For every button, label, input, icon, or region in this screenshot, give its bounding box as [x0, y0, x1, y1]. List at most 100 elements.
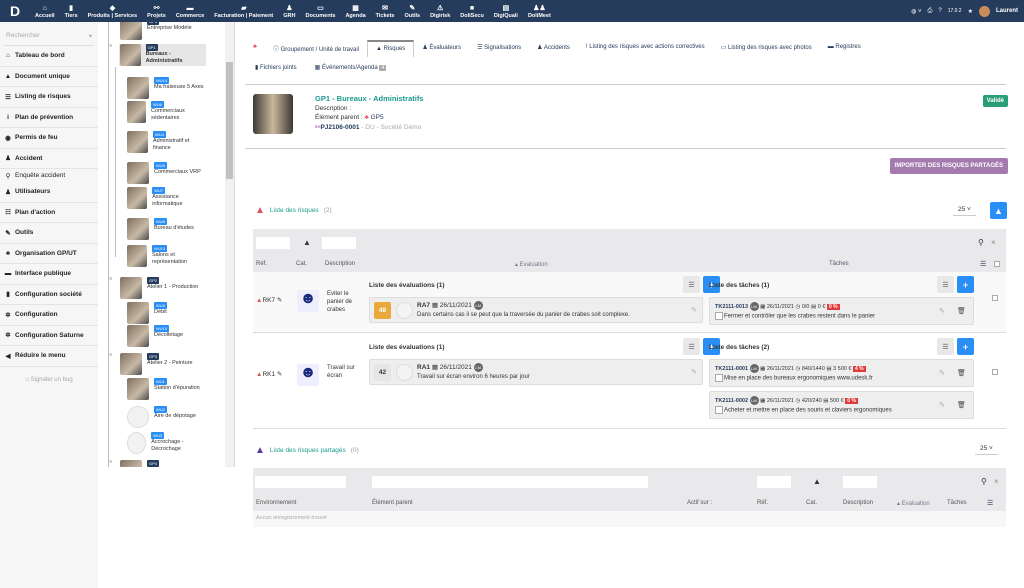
tab-fichiers-joints[interactable]: ▮ Fichiers joints: [255, 64, 297, 71]
col-shared-desc[interactable]: Description: [843, 500, 873, 506]
search-input[interactable]: Rechercher ▾: [4, 26, 94, 46]
shared-category-filter-icon[interactable]: ▲: [813, 477, 821, 486]
avatar[interactable]: [978, 5, 990, 17]
col-cat[interactable]: Cat.: [296, 261, 307, 267]
col-ref[interactable]: Réf.: [256, 261, 267, 267]
tree-node[interactable]: WU3 Accrochage - Décrochage: [127, 432, 206, 454]
col-desc[interactable]: Description: [325, 261, 355, 267]
sidebar-item-2[interactable]: ☰ Listing de risques: [0, 87, 98, 108]
tab-4[interactable]: ♟ Accidents: [529, 40, 578, 57]
sidebar-item-11[interactable]: ▬ Interface publique: [0, 264, 98, 285]
topmenu-7[interactable]: ▭ Documents: [301, 4, 341, 19]
risk-ref[interactable]: RK7: [262, 297, 275, 304]
topmenu-9[interactable]: ✉ Tickets: [371, 4, 400, 19]
tab-7[interactable]: ▬ Registres: [820, 40, 869, 57]
evaluation-list-button[interactable]: ☰: [683, 276, 700, 293]
delete-task-icon[interactable]: 🗑: [957, 307, 966, 315]
col-parent[interactable]: Élément parent: [372, 500, 413, 506]
col-shared-tasks[interactable]: Tâches: [947, 500, 967, 506]
topmenu-5[interactable]: ▰ Facturation | Paiement: [209, 4, 278, 19]
sidebar-item-10[interactable]: ♣ Organisation GP/UT: [0, 244, 98, 264]
tree-node[interactable]: WU10 Décolletage: [127, 325, 206, 347]
task-ref[interactable]: TK2111-0013: [715, 304, 748, 310]
add-task-button[interactable]: +: [957, 338, 974, 355]
tree-node[interactable]: WU4 Administratif et finance: [127, 131, 206, 153]
col-tasks[interactable]: Tâches: [829, 261, 849, 267]
tab-organisation[interactable]: ♣: [245, 40, 265, 57]
topmenu-12[interactable]: ■ DoliSecu: [455, 4, 489, 19]
col-shared-eval[interactable]: ▴ Evaluation: [897, 500, 930, 507]
column-list-icon[interactable]: ☰: [980, 260, 986, 268]
tree-node[interactable]: ˅ GP3 Atelier 2 - Peinture: [109, 353, 206, 375]
shared-per-page-select[interactable]: 25 ˅: [975, 443, 998, 455]
task-list-button[interactable]: ☰: [937, 338, 954, 355]
language-icon[interactable]: ◍ ˅: [911, 8, 921, 15]
tree-node[interactable]: WU13 Salons et représentation: [127, 245, 206, 267]
filter-shared-ref-input[interactable]: [757, 476, 791, 488]
search-icon[interactable]: ⚲: [978, 238, 984, 247]
edit-risk-icon[interactable]: ✎: [277, 371, 282, 378]
tree-node[interactable]: WU9 Débit: [127, 302, 206, 324]
tab-2[interactable]: ♟ Évaluateurs: [414, 40, 469, 57]
app-logo[interactable]: D: [4, 0, 26, 22]
sidebar-item-14[interactable]: ✲ Configuration Saturne: [0, 326, 98, 346]
tree-node[interactable]: ˅ GP2 Atelier 1 - Production: [109, 277, 206, 299]
tab-3[interactable]: ☰ Signalisations: [469, 40, 529, 57]
risk-ref[interactable]: RK1: [262, 371, 275, 378]
delete-task-icon[interactable]: 🗑: [957, 369, 966, 377]
topmenu-0[interactable]: ⌂ Accueil: [30, 4, 60, 19]
topmenu-8[interactable]: ▦ Agenda: [340, 4, 370, 19]
task-ref[interactable]: TK2111-0002: [715, 398, 748, 404]
tree-node[interactable]: WU14 Ma fraiseuse 5 Axes: [127, 77, 206, 99]
tree-node[interactable]: ˅GP4Logistique: [109, 460, 206, 467]
per-page-select[interactable]: 25 ˅: [953, 204, 976, 216]
tree-node[interactable]: WU1 Station d'épuration: [127, 378, 206, 400]
user-name[interactable]: Laurent: [996, 8, 1018, 14]
tab-0[interactable]: ⓘ Groupement / Unité de travail: [265, 40, 367, 57]
edit-task-icon[interactable]: ✎: [939, 369, 945, 377]
tab-5[interactable]: ! Listing des risques avec actions corre…: [578, 40, 713, 57]
tab-evenements[interactable]: ▦ Événements/Agenda 4: [315, 64, 387, 71]
sidebar-item-3[interactable]: i Plan de prévention: [0, 108, 98, 128]
sidebar-item-6[interactable]: ⚲ Enquête accident: [0, 169, 98, 182]
help-icon[interactable]: ?: [938, 8, 941, 14]
tab-1[interactable]: ▲ Risques: [367, 40, 415, 57]
task-checkbox[interactable]: [715, 374, 723, 382]
tab-6[interactable]: ▭ Listing des risques avec photos: [713, 40, 820, 57]
tree-node[interactable]: WU6 Commerciaux sédentaires: [127, 101, 206, 123]
project-link[interactable]: PJ2106-0001: [320, 124, 359, 131]
sidebar-item-9[interactable]: ✎ Outils: [0, 223, 98, 244]
tree-node[interactable]: ˅ GP1 Bureaux - Administratifs: [109, 44, 206, 66]
sidebar-item-5[interactable]: ♟ Accident: [0, 149, 98, 169]
tree-node[interactable]: WU2 Aire de dépotage: [127, 406, 206, 428]
delete-task-icon[interactable]: 🗑: [957, 401, 966, 409]
sidebar-item-8[interactable]: ☷ Plan d'action: [0, 203, 98, 223]
topmenu-14[interactable]: ♟♟ DoliMeet: [523, 4, 556, 19]
task-list-button[interactable]: ☰: [937, 276, 954, 293]
edit-evaluation-icon[interactable]: ✎: [691, 306, 697, 314]
sidebar-item-1[interactable]: ▲ Document unique: [0, 67, 98, 87]
topmenu-2[interactable]: ◆ Produits | Services: [83, 4, 143, 19]
add-task-button[interactable]: +: [957, 276, 974, 293]
parent-link[interactable]: GP5: [371, 114, 384, 121]
filter-parent-select[interactable]: [372, 476, 648, 488]
tree-node[interactable]: WU7 Assistance informatique: [127, 187, 206, 209]
sidebar-item-7[interactable]: ♟ Utilisateurs: [0, 182, 98, 203]
sidebar-item-4[interactable]: ◉ Permis de feu: [0, 128, 98, 149]
select-all-checkbox[interactable]: [994, 261, 1000, 267]
sidebar-item-13[interactable]: ✲ Configuration: [0, 305, 98, 326]
edit-task-icon[interactable]: ✎: [939, 307, 945, 315]
report-bug-link[interactable]: ⌂ Signaler un bug: [0, 367, 98, 383]
sidebar-item-15[interactable]: ◀ Réduire le menu: [0, 346, 98, 367]
category-filter-icon[interactable]: ▲: [303, 238, 311, 247]
topmenu-4[interactable]: ▬ Commerce: [171, 4, 209, 19]
topmenu-13[interactable]: ▤ DigiQuali: [489, 4, 523, 19]
edit-task-icon[interactable]: ✎: [939, 401, 945, 409]
tree-scrollbar[interactable]: [225, 22, 234, 467]
topmenu-6[interactable]: ♟ GRH: [278, 4, 300, 19]
col-shared-cat[interactable]: Cat.: [806, 500, 817, 506]
evaluation-list-button[interactable]: ☰: [683, 338, 700, 355]
col-shared-ref[interactable]: Réf.: [757, 500, 768, 506]
topmenu-10[interactable]: ✎ Outils: [399, 4, 425, 19]
topmenu-3[interactable]: ⚯ Projets: [142, 4, 171, 19]
